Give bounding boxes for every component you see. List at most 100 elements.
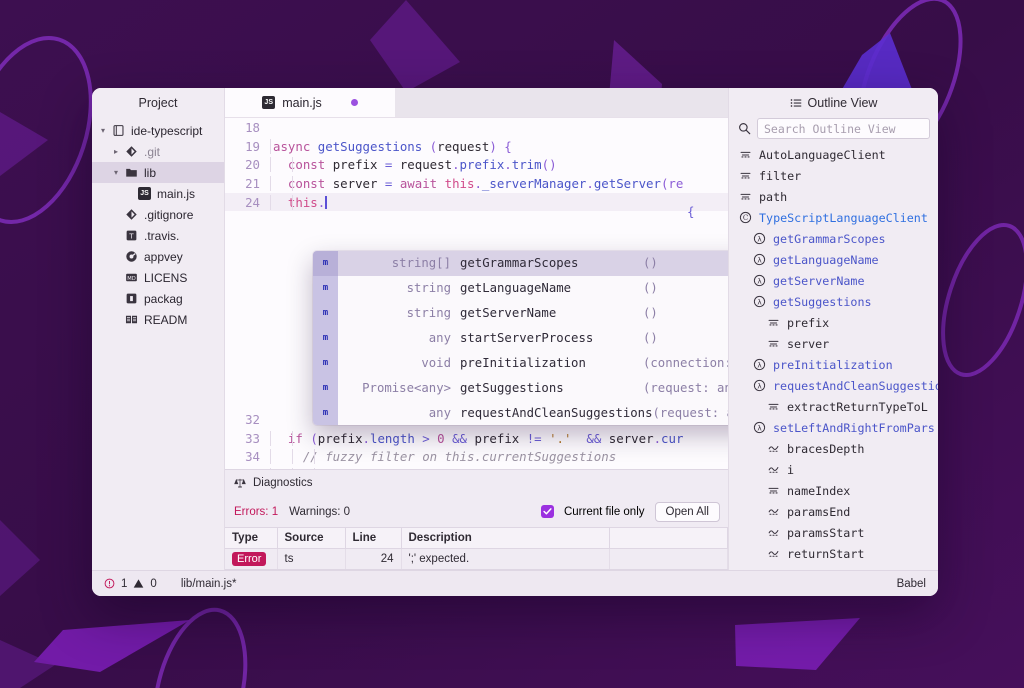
diagnostics-body: Error ts 24 ';' expected.	[225, 548, 728, 570]
outline-item[interactable]: nameIndex	[729, 480, 938, 501]
code-token: '.'	[549, 430, 572, 446]
outline-item[interactable]: λ setLeftAndRightFromPars	[729, 417, 938, 438]
code-lines-top: 18 19 async getSuggestions (request) {20 c…	[225, 118, 728, 212]
svg-text:C: C	[743, 214, 748, 222]
outline-item[interactable]: λ getServerName	[729, 270, 938, 291]
code-line: 24 this.	[225, 192, 728, 212]
js-icon: JS	[136, 187, 153, 200]
outline-item[interactable]: filter	[729, 165, 938, 186]
outline-item[interactable]: C TypeScriptLanguageClient	[729, 207, 938, 228]
variable-icon	[740, 193, 751, 200]
code-token: request	[437, 138, 490, 154]
outline-item[interactable]: i	[729, 459, 938, 480]
autocomplete-item-name: getServerName	[460, 306, 557, 321]
code-token: {	[542, 468, 549, 469]
tree-item-readm[interactable]: READM	[92, 309, 224, 330]
diagnostics-column-header[interactable]: Line	[345, 527, 402, 549]
line-number: 19	[245, 138, 260, 154]
autocomplete-item[interactable]: m string getServerName ()	[313, 300, 728, 326]
autocomplete-item-name: startServerProcess	[460, 331, 594, 346]
line-number: 21	[245, 175, 260, 191]
variable-icon	[738, 148, 753, 161]
diagnostics-column-header[interactable]: Source	[277, 527, 346, 549]
tree-item-gitignore[interactable]: .gitignore	[92, 204, 224, 225]
current-file-only-checkbox[interactable]	[540, 505, 554, 518]
chevron-down-icon[interactable]: ▾	[109, 168, 123, 177]
autocomplete-item[interactable]: m any requestAndCleanSuggestions (request: …	[313, 400, 729, 426]
outline-item[interactable]: paramsStart	[729, 522, 938, 543]
code-token: const	[273, 175, 333, 191]
chevron-down-icon[interactable]: ▾	[96, 126, 110, 135]
autocomplete-item-signature: (request: any)	[643, 380, 728, 395]
method-kind-icon: m	[313, 325, 338, 351]
outline-item[interactable]: λ getSuggestions	[729, 291, 938, 312]
outline-item[interactable]: path	[729, 186, 938, 207]
outline-item[interactable]: extractReturnTypeToL	[729, 396, 938, 417]
lambda-icon: λ	[753, 232, 766, 245]
diagnostics-column-header[interactable]: Type	[225, 527, 278, 549]
outline-item-label: requestAndCleanSuggestio	[773, 378, 938, 393]
outline-item[interactable]: server	[729, 333, 938, 354]
code-token: (	[422, 138, 438, 154]
lambda-icon: λ	[753, 358, 766, 371]
outline-item[interactable]: λ requestAndCleanSuggestio	[729, 375, 938, 396]
code-token: prefix	[459, 157, 505, 173]
tab-main-js[interactable]: JS main.js	[225, 88, 395, 117]
code-token: (re	[660, 175, 684, 191]
appveyor-icon	[126, 251, 137, 262]
code-token: &&	[571, 430, 609, 446]
outline-item[interactable]: paramsEnd	[729, 501, 938, 522]
code-editor[interactable]: 18 19 async getSuggestions (request) {20 c…	[225, 118, 728, 469]
autocomplete-item[interactable]: m void preInitialization (connection: any)	[313, 350, 728, 376]
tree-item-travis[interactable]: T .travis.	[92, 225, 224, 246]
tree-item-appvey[interactable]: appvey	[92, 246, 224, 267]
json-icon	[123, 292, 140, 305]
tree-item-lib[interactable]: ▾ lib	[92, 162, 224, 183]
diagnostics-column-header[interactable]: Description	[401, 527, 610, 549]
outline-search-row	[729, 118, 938, 144]
tree-item-ide-typescript[interactable]: ▾ ide-typescript	[92, 120, 224, 141]
number-icon	[768, 446, 779, 452]
svg-text:λ: λ	[757, 276, 762, 285]
tree-item-main-js[interactable]: JS main.js	[92, 183, 224, 204]
status-bar: 1 0 lib/main.js* Babel	[92, 570, 938, 596]
diagnostics-description-cell: ';' expected.	[401, 548, 610, 570]
diagnostics-header-row: Type Source Line Description	[225, 527, 728, 549]
code-token: prefix	[474, 430, 520, 446]
svg-text:λ: λ	[757, 255, 762, 264]
autocomplete-item[interactable]: m string[] getGrammarScopes ()	[313, 251, 728, 276]
outline-item[interactable]: λ preInitialization	[729, 354, 938, 375]
lambda-icon: λ	[752, 253, 767, 266]
outline-item[interactable]: bracesDepth	[729, 438, 938, 459]
autocomplete-item[interactable]: m string getLanguageName ()	[313, 275, 728, 301]
line-number: 24	[245, 194, 260, 210]
tree-item-licens[interactable]: MD LICENS	[92, 267, 224, 288]
indent-guide	[292, 175, 293, 191]
git-icon	[126, 209, 137, 220]
status-grammar-label[interactable]: Babel	[897, 578, 926, 590]
diagnostics-column-header[interactable]	[609, 527, 728, 549]
outline-item[interactable]: λ getGrammarScopes	[729, 228, 938, 249]
indent-guide	[314, 449, 315, 465]
code-token: request	[399, 157, 453, 173]
open-all-button[interactable]: Open All	[654, 501, 720, 522]
autocomplete-item[interactable]: m Promise<any> getSuggestions (request: any…	[313, 375, 728, 401]
autocomplete-popup[interactable]: m string[] getGrammarScopes () m string getLan…	[313, 251, 729, 426]
status-file-path[interactable]: lib/main.js*	[181, 578, 237, 590]
outline-item[interactable]: returnStart	[729, 543, 938, 564]
outline-item[interactable]: AutoLanguageClient	[729, 144, 938, 165]
autocomplete-item-signature: (request: any)	[652, 405, 729, 420]
tree-item-label: packag	[144, 291, 183, 306]
diagnostics-summary: Errors: 1 Warnings: 0 Current file only …	[225, 496, 728, 527]
outline-item[interactable]: λ getLanguageName	[729, 249, 938, 270]
text-caret	[325, 195, 327, 209]
code-token: ((	[437, 468, 452, 469]
outline-item[interactable]: prefix	[729, 312, 938, 333]
autocomplete-item[interactable]: m any startServerProcess ()	[313, 325, 728, 351]
outline-item-label: bracesDepth	[787, 441, 865, 456]
tree-item-packag[interactable]: packag	[92, 288, 224, 309]
tree-item-git[interactable]: ▸ .git	[92, 141, 224, 162]
diagnostics-row[interactable]: Error ts 24 ';' expected.	[225, 548, 728, 570]
search-input[interactable]	[757, 118, 930, 139]
chevron-right-icon[interactable]: ▸	[109, 147, 123, 156]
